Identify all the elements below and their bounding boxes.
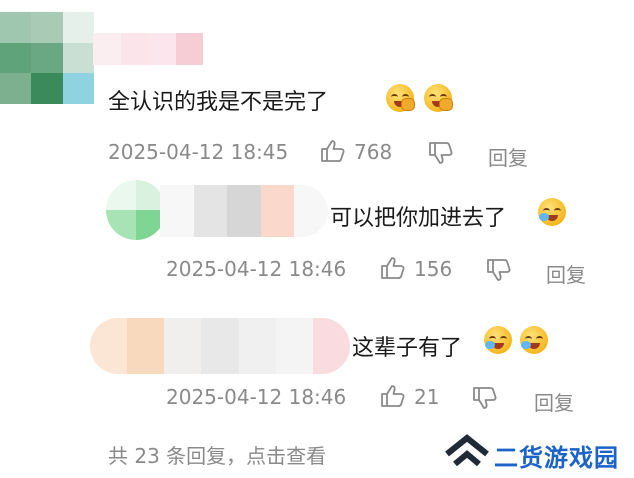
crying-laughing-icon [538, 198, 566, 226]
thumbs-down-icon[interactable] [428, 141, 454, 165]
comment-timestamp: 2025-04-12 18:45 [108, 140, 289, 164]
comment-text: 全认识的我是不是完了 [108, 90, 329, 115]
thumbs-down-icon[interactable] [486, 258, 512, 282]
double-chevron-up-icon [445, 434, 489, 467]
reply-button[interactable]: 回复 [488, 142, 528, 171]
like-count: 156 [414, 257, 453, 281]
thumbs-down-icon[interactable] [472, 386, 498, 410]
view-more-replies-link[interactable]: 共 23 条回复，点击查看 [108, 440, 326, 469]
crying-laughing-icon [520, 326, 548, 354]
laughing-tears-icon [424, 84, 453, 112]
commenter-name[interactable] [93, 33, 231, 65]
watermark-brand: 二货游戏园 [494, 444, 619, 472]
commenter-avatar[interactable] [0, 12, 94, 104]
laughing-tears-icon [386, 84, 415, 112]
reply-username[interactable] [160, 185, 328, 237]
thumbs-up-icon[interactable] [320, 139, 346, 163]
reply-button[interactable]: 回复 [534, 387, 574, 416]
thumbs-up-icon[interactable] [380, 384, 406, 408]
reply-timestamp: 2025-04-12 18:46 [166, 385, 347, 409]
crying-laughing-icon [484, 326, 512, 354]
thumbs-up-icon[interactable] [380, 256, 406, 280]
like-count: 21 [414, 385, 440, 409]
reply-avatar[interactable] [106, 180, 166, 240]
reply-username[interactable] [90, 318, 350, 374]
reply-text: 这辈子有了 [352, 336, 463, 361]
like-count: 768 [354, 140, 393, 164]
reply-text: 可以把你加进去了 [330, 206, 507, 231]
reply-button[interactable]: 回复 [546, 259, 586, 288]
reply-timestamp: 2025-04-12 18:46 [166, 257, 347, 281]
